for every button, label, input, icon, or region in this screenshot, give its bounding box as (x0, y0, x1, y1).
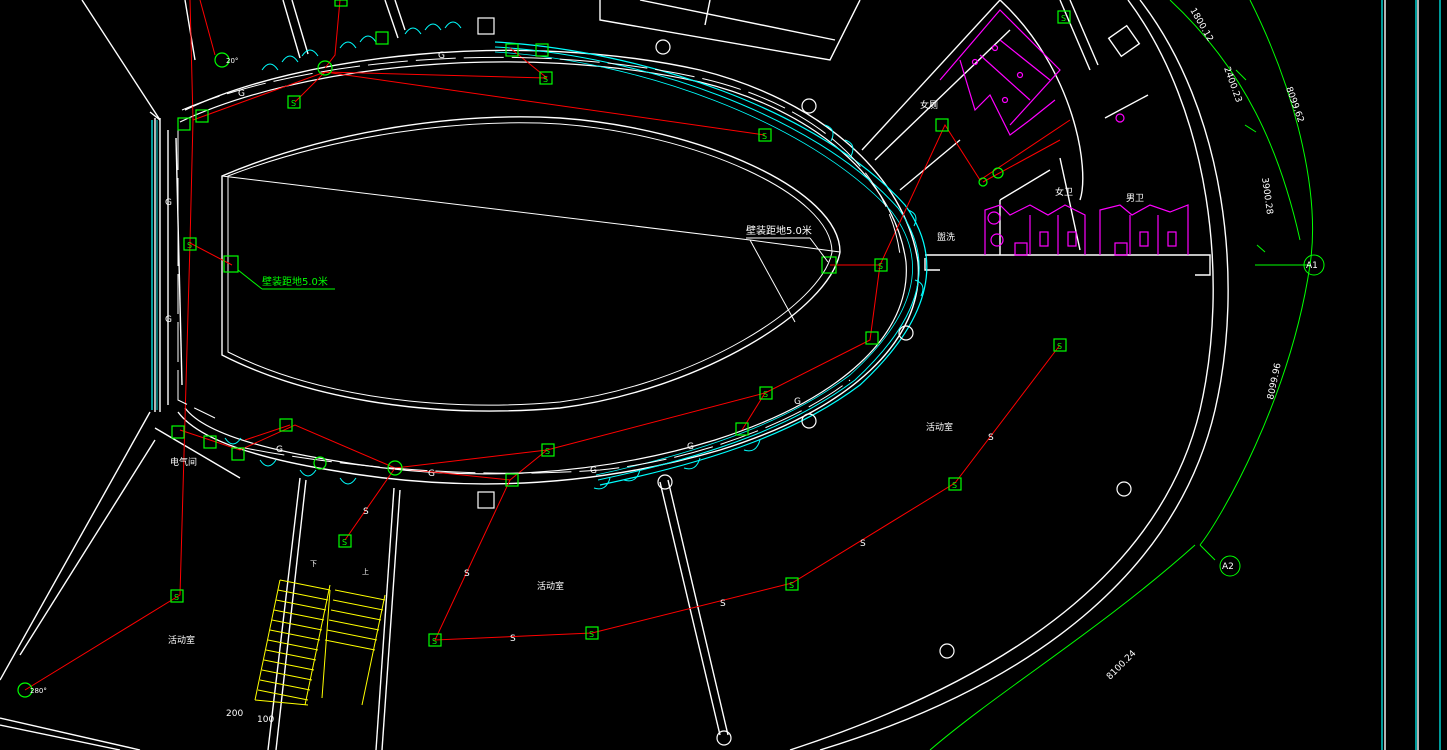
svg-text:S: S (878, 262, 883, 271)
pipe-code: S (510, 634, 516, 644)
dimension-label: 100 (257, 715, 274, 725)
pipe-code: G (590, 466, 597, 476)
dimension-label: 8100.24 (1105, 649, 1139, 683)
svg-text:S: S (342, 538, 347, 547)
room-label-women-upper: 女厕 (920, 99, 938, 111)
svg-text:S: S (762, 132, 767, 141)
svg-text:S: S (187, 241, 192, 250)
axis-label-a2: A2 (1222, 562, 1234, 572)
pipe-code: G (276, 445, 283, 455)
pipe-code: G (165, 198, 172, 208)
head-angle-label: 280° (30, 687, 47, 695)
pipe-code: S (363, 507, 369, 517)
room-label-washroom: 盥洗 (937, 231, 955, 243)
room-label-activity-center: 活动室 (926, 421, 953, 433)
dimension-label: 1800.12 (1187, 7, 1214, 44)
pipe-code: S (720, 599, 726, 609)
install-height-label-right: 壁装距地5.0米 (746, 224, 812, 237)
stair-direction-label: 上 (362, 567, 369, 576)
dimension-label: 200 (226, 709, 243, 719)
pipe-code: G (165, 315, 172, 325)
labels: 壁装距地5.0米 壁装距地5.0米 活动室 活动室 活动室 电气间 女卫 男卫 … (30, 7, 1318, 726)
door-swings (224, 21, 924, 490)
pipe-code: G (794, 397, 801, 407)
head-angle-label: 20° (226, 57, 238, 65)
install-height-label-left: 壁装距地5.0米 (262, 275, 328, 288)
svg-text:S: S (543, 75, 548, 84)
pipe-code: S (464, 569, 470, 579)
cad-floor-plan: S S S S S S S S S S S S S S S 壁装距地5.0米 壁装距地5.0米 活动… (0, 0, 1441, 750)
svg-text:S: S (1061, 14, 1066, 23)
svg-text:S: S (291, 99, 296, 108)
pipe-code: G (238, 89, 245, 99)
sanitary-fixtures (939, 9, 1189, 256)
svg-text:S: S (545, 447, 550, 456)
dimension-label: 8099.62 (1283, 86, 1305, 124)
pipe-code: G (438, 51, 445, 61)
svg-text:S: S (1057, 342, 1062, 351)
frame-lines (1381, 0, 1441, 750)
room-label-activity-left: 活动室 (537, 580, 564, 592)
pool-outline (151, 41, 928, 486)
pipe-code: S (860, 539, 866, 549)
room-label-male-restroom: 男卫 (1126, 193, 1144, 204)
pipe-code: G (687, 442, 694, 452)
svg-text:S: S (789, 581, 794, 590)
stairs (254, 579, 386, 706)
pipe-code: G (428, 469, 435, 479)
axis-label-a1: A1 (1306, 261, 1318, 271)
room-label-activity-bottom-left: 活动室 (168, 634, 195, 646)
svg-text:S: S (589, 630, 594, 639)
svg-text:S: S (174, 593, 179, 602)
dimension-lines (929, 0, 1325, 750)
svg-text:S: S (432, 637, 437, 646)
svg-text:S: S (763, 390, 768, 399)
room-label-electrical: 电气间 (170, 456, 197, 468)
room-label-female-restroom: 女卫 (1055, 186, 1073, 198)
stair-direction-label: 下 (310, 560, 317, 568)
dimension-label: 3900.28 (1259, 177, 1274, 216)
svg-text:S: S (952, 481, 957, 490)
pipe-code: S (988, 433, 994, 443)
